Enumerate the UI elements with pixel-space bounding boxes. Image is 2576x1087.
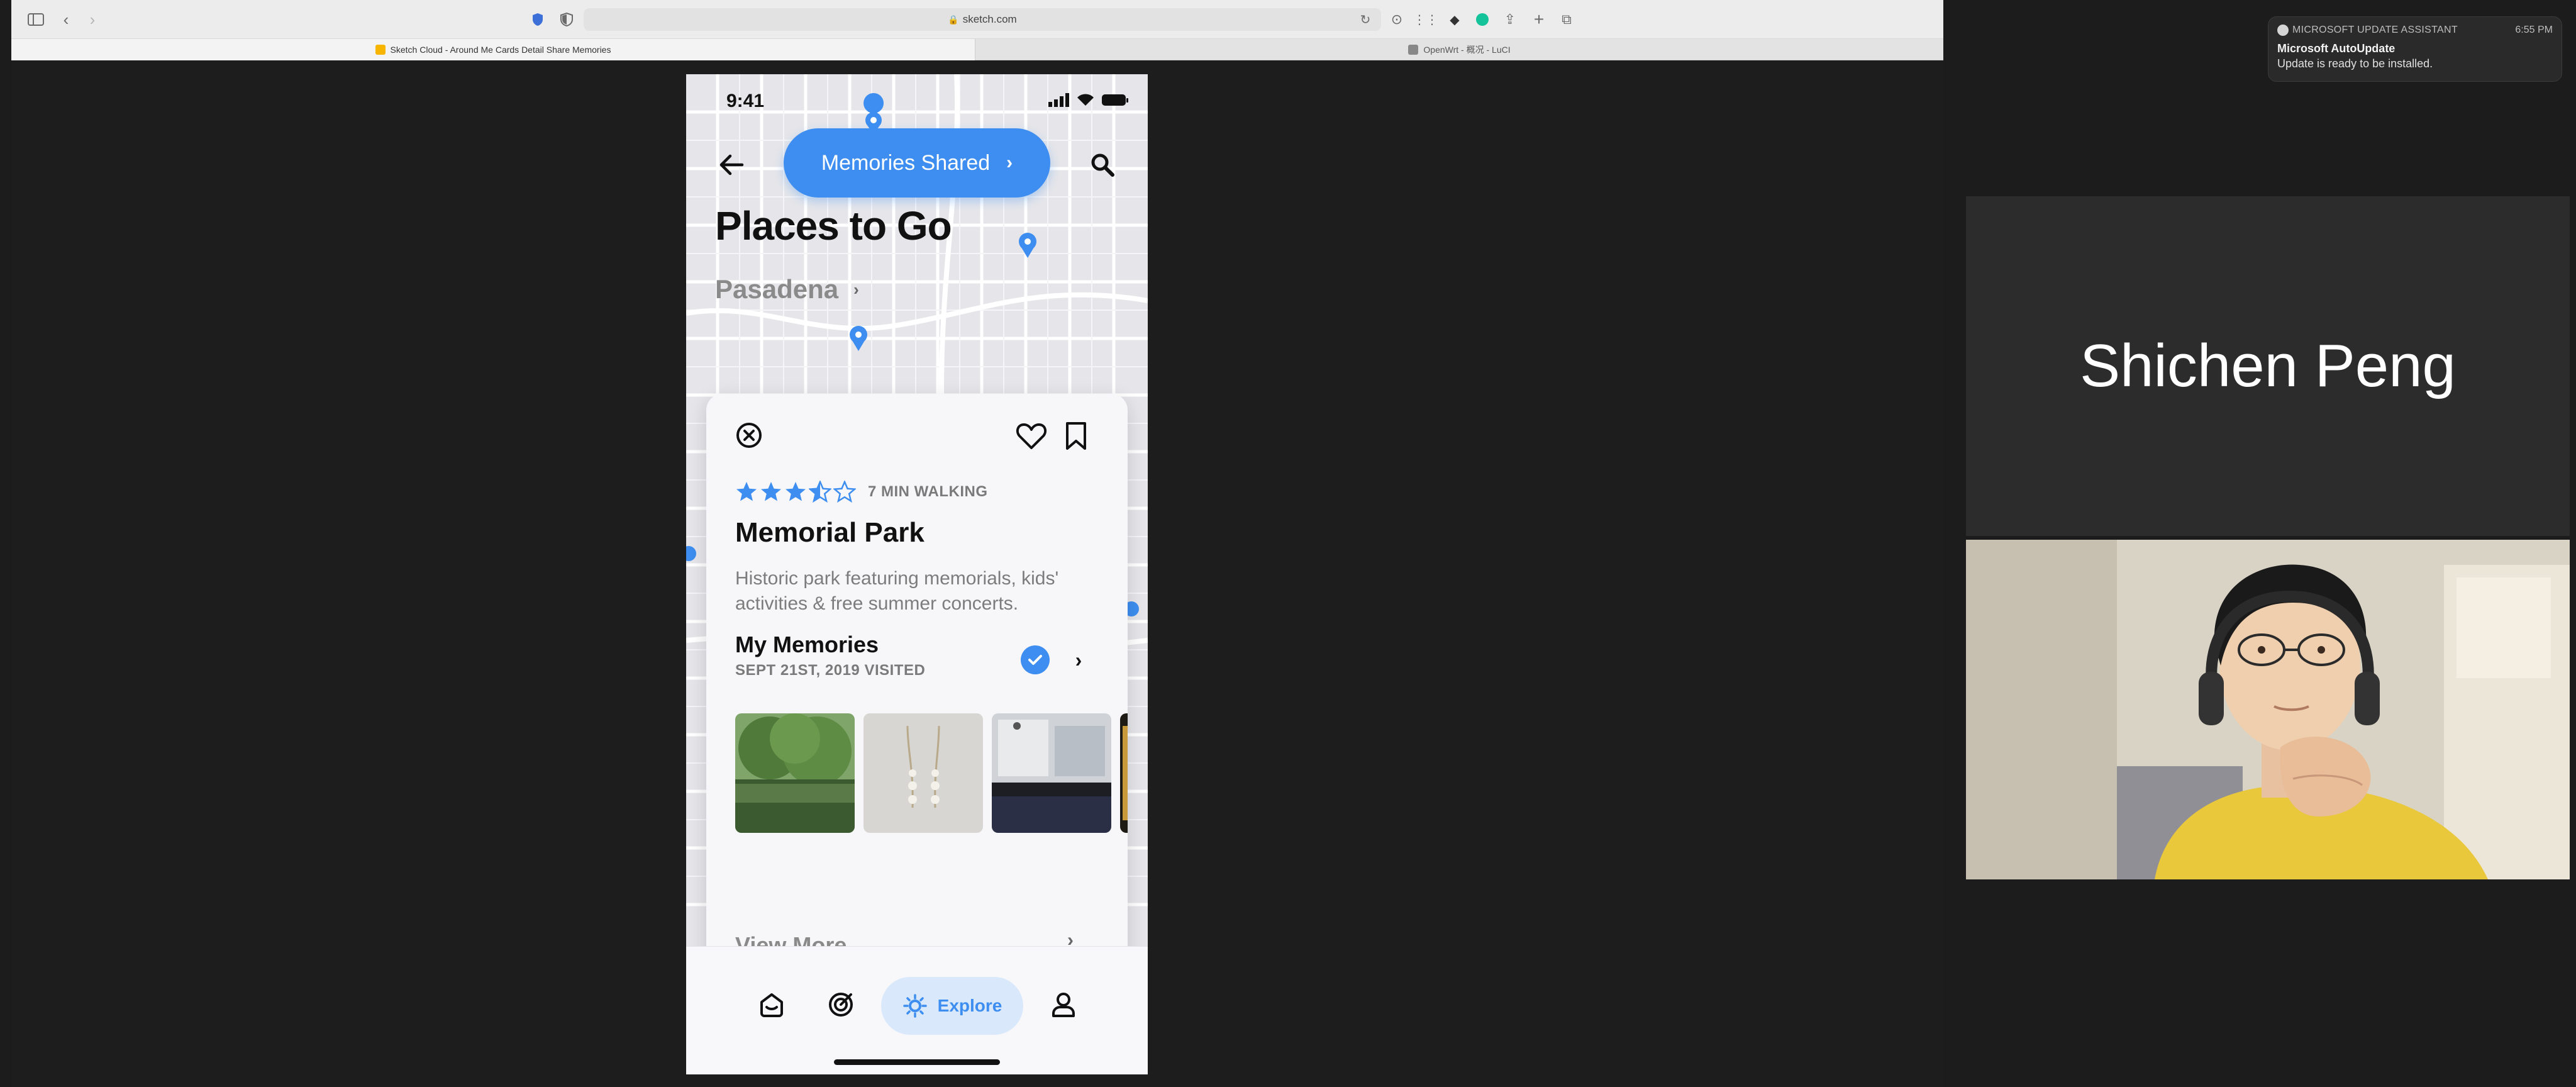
memories-date: SEPT 21ST, 2019 VISITED	[735, 662, 926, 679]
tab-openwrt[interactable]: OpenWrt - 概况 - LuCI	[975, 39, 1943, 60]
rating-row: 7 MIN WALKING	[735, 481, 988, 503]
memory-photo-partial[interactable]	[1120, 713, 1128, 833]
status-icons	[1048, 93, 1129, 107]
grammarly-icon[interactable]	[1472, 9, 1493, 30]
cellular-signal-icon	[1048, 93, 1069, 107]
browser-toolbar: ‹ › 🔒 sketch.com ↻ ⊙ ⋮⋮ ◆ ⇪ + ⧉	[11, 0, 1943, 39]
browser-window: ‹ › 🔒 sketch.com ↻ ⊙ ⋮⋮ ◆ ⇪ + ⧉ Sketch C…	[11, 0, 1943, 1087]
chevron-right-icon: ›	[853, 279, 859, 299]
chevron-right-icon: ›	[1006, 152, 1013, 173]
notification-title: Microsoft AutoUpdate	[2277, 42, 2396, 55]
share-icon[interactable]: ⇪	[1499, 9, 1521, 30]
bottom-tab-bar: Explore	[686, 946, 1148, 1074]
search-icon[interactable]	[1085, 147, 1120, 182]
place-detail-card: 7 MIN WALKING Memorial Park Historic par…	[706, 394, 1128, 998]
lock-icon: 🔒	[948, 14, 959, 25]
participant-video[interactable]	[1966, 540, 2570, 879]
phone-prototype: 9:41 Memories Shared › Places to Go Pasa…	[686, 74, 1148, 1074]
memory-photo-earrings[interactable]	[863, 713, 983, 833]
memory-photos[interactable]	[735, 713, 1128, 833]
bookmark-icon[interactable]	[1063, 421, 1089, 450]
home-icon[interactable]	[754, 987, 789, 1022]
tab-explore-label: Explore	[937, 996, 1002, 1015]
status-bar: 9:41	[686, 74, 1148, 125]
participant-name-tile[interactable]: Shichen Peng	[1966, 196, 2570, 536]
city-selector[interactable]: Pasadena ›	[715, 274, 859, 304]
download-icon[interactable]: ⊙	[1386, 9, 1407, 30]
profile-icon[interactable]	[1046, 987, 1081, 1022]
star-filled-icon	[786, 482, 806, 501]
close-icon[interactable]	[735, 421, 763, 449]
notification-time: 6:55 PM	[2515, 25, 2553, 35]
back-icon[interactable]: ‹	[55, 9, 77, 30]
walk-time: 7 MIN WALKING	[868, 483, 988, 500]
notification-body: Update is ready to be installed.	[2277, 57, 2433, 70]
my-memories-title[interactable]: My Memories	[735, 632, 879, 658]
url-text: sketch.com	[962, 13, 1017, 25]
extension-icon[interactable]: ◆	[1444, 9, 1465, 30]
sketch-logo-icon	[375, 45, 386, 55]
forward-icon[interactable]: ›	[82, 9, 103, 30]
privacy-icon[interactable]	[556, 9, 577, 30]
address-bar[interactable]: 🔒 sketch.com	[584, 8, 1381, 31]
tab-label: OpenWrt - 概况 - LuCI	[1423, 45, 1511, 55]
status-time: 9:41	[726, 91, 765, 111]
memories-shared-label: Memories Shared	[821, 150, 991, 175]
page-title: Places to Go	[715, 203, 952, 248]
visited-check-icon	[1021, 645, 1050, 674]
participant-name: Shichen Peng	[2080, 332, 2456, 399]
tab-strip: Sketch Cloud - Around Me Cards Detail Sh…	[11, 39, 1943, 60]
tab-label: Sketch Cloud - Around Me Cards Detail Sh…	[390, 45, 611, 55]
home-indicator[interactable]	[834, 1059, 1000, 1065]
grid-icon[interactable]: ⋮⋮	[1413, 9, 1438, 30]
new-tab-icon[interactable]: +	[1528, 9, 1550, 30]
shield-icon[interactable]	[527, 9, 548, 30]
star-filled-icon	[736, 482, 757, 501]
target-icon[interactable]	[823, 987, 858, 1022]
battery-icon	[1102, 94, 1128, 106]
star-empty-icon	[833, 481, 856, 503]
wifi-icon	[1077, 94, 1094, 106]
openwrt-icon	[1408, 45, 1419, 55]
back-arrow-icon[interactable]	[714, 147, 749, 182]
reload-icon[interactable]: ↻	[1355, 9, 1376, 30]
tab-explore[interactable]: Explore	[881, 977, 1023, 1035]
city-label: Pasadena	[715, 274, 839, 304]
chevron-right-icon[interactable]: ›	[1066, 645, 1091, 674]
tab-overview-icon[interactable]: ⧉	[1556, 9, 1577, 30]
memories-shared-button[interactable]: Memories Shared ›	[784, 128, 1050, 198]
lightbulb-icon	[902, 994, 927, 1018]
notification-banner[interactable]: MICROSOFT UPDATE ASSISTANT 6:55 PM Micro…	[2268, 16, 2562, 82]
sidebar-toggle-icon[interactable]	[25, 9, 47, 30]
notification-app-name: MICROSOFT UPDATE ASSISTANT	[2292, 25, 2458, 35]
tab-sketch-cloud[interactable]: Sketch Cloud - Around Me Cards Detail Sh…	[11, 39, 975, 60]
memory-photo-trees[interactable]	[735, 713, 855, 833]
heart-icon[interactable]	[1016, 421, 1047, 450]
memory-photo-shop[interactable]	[992, 713, 1111, 833]
microsoft-update-icon	[2277, 25, 2289, 36]
place-name: Memorial Park	[735, 517, 924, 548]
place-description: Historic park featuring memorials, kids'…	[735, 568, 1059, 614]
star-half-icon	[809, 481, 831, 503]
star-filled-icon	[761, 482, 781, 501]
